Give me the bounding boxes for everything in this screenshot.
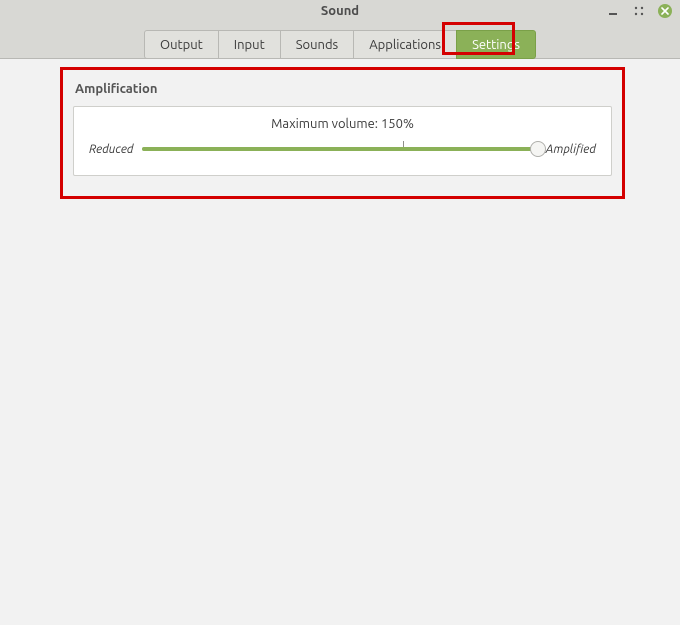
maximize-icon[interactable] <box>632 4 646 18</box>
slider-thumb[interactable] <box>530 141 546 157</box>
tab-label: Applications <box>369 38 441 52</box>
slider-label-amplified: Amplified <box>546 143 596 156</box>
titlebar: Sound <box>0 0 680 22</box>
tab-applications[interactable]: Applications <box>353 30 457 59</box>
amplification-card: Maximum volume: 150% Reduced Amplified <box>73 106 612 176</box>
max-volume-slider-row: Reduced Amplified <box>89 141 596 157</box>
tab-label: Output <box>160 38 203 52</box>
content-area: Amplification Maximum volume: 150% Reduc… <box>0 59 680 625</box>
tab-bar: Output Input Sounds Applications Setting… <box>0 22 680 59</box>
tab-sounds[interactable]: Sounds <box>280 30 355 59</box>
max-volume-slider[interactable] <box>142 141 538 157</box>
slider-label-reduced: Reduced <box>89 143 134 156</box>
slider-track-fill <box>142 147 538 151</box>
window-title: Sound <box>321 0 359 22</box>
tab-input[interactable]: Input <box>218 30 281 59</box>
tab-output[interactable]: Output <box>144 30 219 59</box>
tab-label: Sounds <box>296 38 339 52</box>
annotation-highlight-panel: Amplification Maximum volume: 150% Reduc… <box>60 67 625 199</box>
amplification-section-title: Amplification <box>75 82 612 96</box>
close-icon[interactable] <box>658 4 672 18</box>
window-controls <box>606 0 672 22</box>
max-volume-label: Maximum volume: 150% <box>89 117 596 131</box>
tab-settings[interactable]: Settings <box>456 30 536 59</box>
tab-label: Input <box>234 38 265 52</box>
minimize-icon[interactable] <box>606 4 620 18</box>
slider-tick-100 <box>403 141 404 147</box>
tab-label: Settings <box>472 38 520 52</box>
